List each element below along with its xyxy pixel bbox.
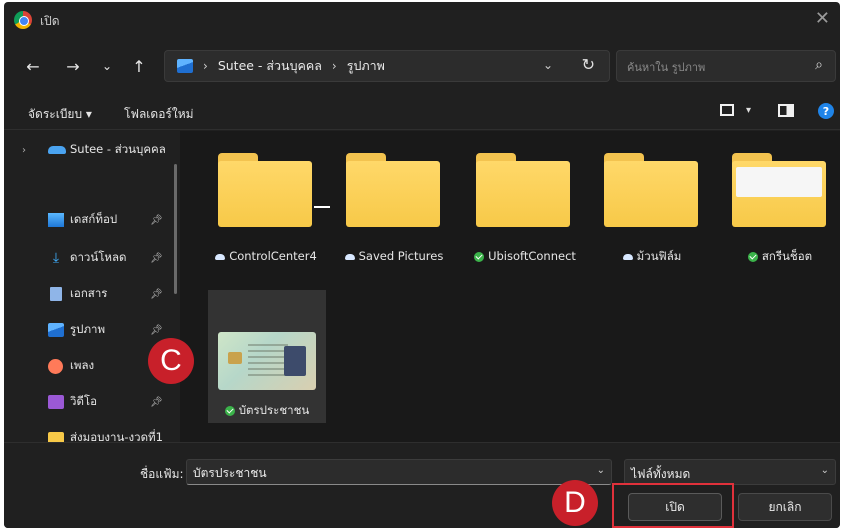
up-arrow-icon[interactable]: ↑ (128, 55, 150, 77)
file-item-ubisoftconnect[interactable]: UbisoftConnect (462, 131, 582, 263)
folder-icon (732, 153, 826, 229)
refresh-icon[interactable]: ↻ (582, 55, 595, 74)
filename-combobox[interactable]: ⌄ (186, 459, 612, 485)
folder-icon (346, 153, 440, 229)
annotation-marker-c: C (148, 338, 194, 384)
file-item-saved-pictures[interactable]: Saved Pictures (332, 131, 452, 263)
forward-arrow-icon[interactable]: → (62, 55, 84, 77)
search-box[interactable]: ⌕ (616, 50, 836, 82)
folder-icon (218, 153, 312, 229)
file-item-film-roll[interactable]: ม้วนฟิล์ม (590, 131, 710, 263)
filename-input[interactable] (193, 464, 583, 482)
synced-check-icon (224, 405, 235, 416)
close-icon[interactable]: ✕ (815, 8, 830, 29)
view-dropdown-icon[interactable]: ▾ (746, 105, 751, 116)
search-input[interactable] (627, 58, 797, 76)
pin-icon[interactable]: 📌︎ (150, 289, 163, 300)
video-icon (48, 395, 64, 409)
recent-locations-chevron-icon[interactable]: ⌄ (96, 55, 118, 77)
shortcut-dash (314, 206, 330, 208)
synced-check-icon (747, 251, 758, 262)
pin-icon[interactable]: 📌︎ (150, 397, 163, 408)
onedrive-icon (48, 146, 66, 154)
sidebar-item-onedrive[interactable]: › Sutee - ส่วนบุคคล (4, 137, 172, 163)
file-list: ControlCenter4 Saved Pictures UbisoftCon… (180, 131, 840, 442)
chevron-right-icon[interactable]: › (22, 145, 26, 156)
synced-check-icon (474, 251, 485, 262)
title-bar: เปิด ✕ (4, 2, 840, 38)
file-item-label: ม้วนฟิล์ม (590, 249, 714, 263)
file-item-label: Saved Pictures (332, 249, 456, 263)
sidebar-item-label: Sutee - ส่วนบุคคล (70, 142, 166, 156)
open-button-highlight (612, 483, 734, 528)
chevron-right-icon: › (203, 59, 208, 73)
address-bar[interactable]: › Sutee - ส่วนบุคคล › รูปภาพ ⌄ ↻ (164, 50, 610, 82)
chrome-icon (14, 11, 32, 29)
file-item-label: ControlCenter4 (204, 249, 328, 263)
sidebar-item-pictures[interactable]: รูปภาพ 📌︎ (4, 317, 172, 343)
open-file-dialog: เปิด ✕ ← → ⌄ ↑ › Sutee - ส่วนบุคคล › รูป… (4, 2, 840, 528)
id-card-thumbnail (218, 332, 316, 390)
file-item-label: สกรีนช็อต (718, 249, 840, 263)
chevron-down-icon[interactable]: ⌄ (543, 58, 553, 72)
filetype-value: ไฟล์ทั้งหมด (631, 467, 691, 481)
pin-icon[interactable]: 📌︎ (150, 215, 163, 226)
music-icon (48, 358, 63, 374)
cancel-button[interactable]: ยกเลิก (738, 493, 832, 521)
folder-icon (476, 153, 570, 229)
pin-icon[interactable]: 📌︎ (150, 325, 163, 336)
cloud-icon (622, 253, 633, 260)
file-item-id-card[interactable]: บัตรประชาชน (208, 290, 326, 423)
pictures-icon (48, 323, 64, 337)
chevron-down-icon[interactable]: ⌄ (821, 465, 829, 476)
download-icon: ⤓ (52, 250, 60, 266)
filename-label: ชื่อแฟ้ม: (140, 467, 184, 481)
file-item-controlcenter4[interactable]: ControlCenter4 (204, 131, 330, 263)
document-icon (50, 287, 62, 301)
sidebar-item-desktop[interactable]: เดสก์ท็อป 📌︎ (4, 207, 172, 233)
sidebar-item-documents[interactable]: เอกสาร 📌︎ (4, 281, 172, 307)
annotation-marker-d: D (552, 480, 598, 526)
window-title: เปิด (40, 14, 60, 28)
sidebar-item-label: รูปภาพ (70, 322, 106, 336)
sidebar-item-music[interactable]: เพลง (4, 353, 172, 379)
sidebar-item-label: เอกสาร (70, 286, 108, 300)
pin-icon[interactable]: 📌︎ (150, 253, 163, 264)
back-arrow-icon[interactable]: ← (22, 55, 44, 77)
desktop-icon (48, 213, 64, 227)
pictures-icon (177, 59, 193, 73)
chevron-down-icon[interactable]: ⌄ (597, 465, 605, 476)
preview-pane-icon[interactable] (778, 104, 794, 117)
organize-button[interactable]: จัดระเบียบ ▾ (28, 105, 92, 124)
view-mode-icon[interactable] (720, 104, 734, 116)
sidebar-item-videos[interactable]: วิดีโอ 📌︎ (4, 389, 172, 415)
sidebar-item-label: เดสก์ท็อป (70, 212, 118, 226)
sidebar-scrollbar[interactable] (174, 164, 177, 294)
search-icon[interactable]: ⌕ (815, 57, 823, 73)
sidebar-item-label: ดาวน์โหลด (70, 250, 127, 264)
navigation-bar: ← → ⌄ ↑ › Sutee - ส่วนบุคคล › รูปภาพ ⌄ ↻… (4, 46, 840, 86)
screenshot-preview (736, 167, 822, 197)
cloud-icon (215, 253, 226, 260)
sidebar-item-label: วิดีโอ (70, 394, 98, 408)
breadcrumb-pictures[interactable]: รูปภาพ (347, 56, 385, 76)
file-item-label: บัตรประชาชน (208, 403, 326, 417)
help-icon[interactable]: ? (818, 103, 834, 119)
navigation-pane: › Sutee - ส่วนบุคคล เดสก์ท็อป 📌︎ ⤓ ดาวน์… (4, 131, 172, 444)
sidebar-item-label: เพลง (70, 358, 95, 372)
cloud-icon (344, 253, 355, 260)
file-item-screenshots[interactable]: สกรีนช็อต (718, 131, 840, 263)
chevron-right-icon: › (331, 59, 337, 73)
folder-icon (604, 153, 698, 229)
filetype-select[interactable]: ไฟล์ทั้งหมด ⌄ (624, 459, 836, 485)
file-item-label: UbisoftConnect (470, 249, 580, 263)
sidebar-item-downloads[interactable]: ⤓ ดาวน์โหลด 📌︎ (4, 245, 172, 271)
command-bar: จัดระเบียบ ▾ โฟลเดอร์ใหม่ ▾ ? (4, 96, 840, 130)
new-folder-button[interactable]: โฟลเดอร์ใหม่ (124, 105, 194, 124)
breadcrumb-onedrive[interactable]: Sutee - ส่วนบุคคล (218, 56, 322, 76)
